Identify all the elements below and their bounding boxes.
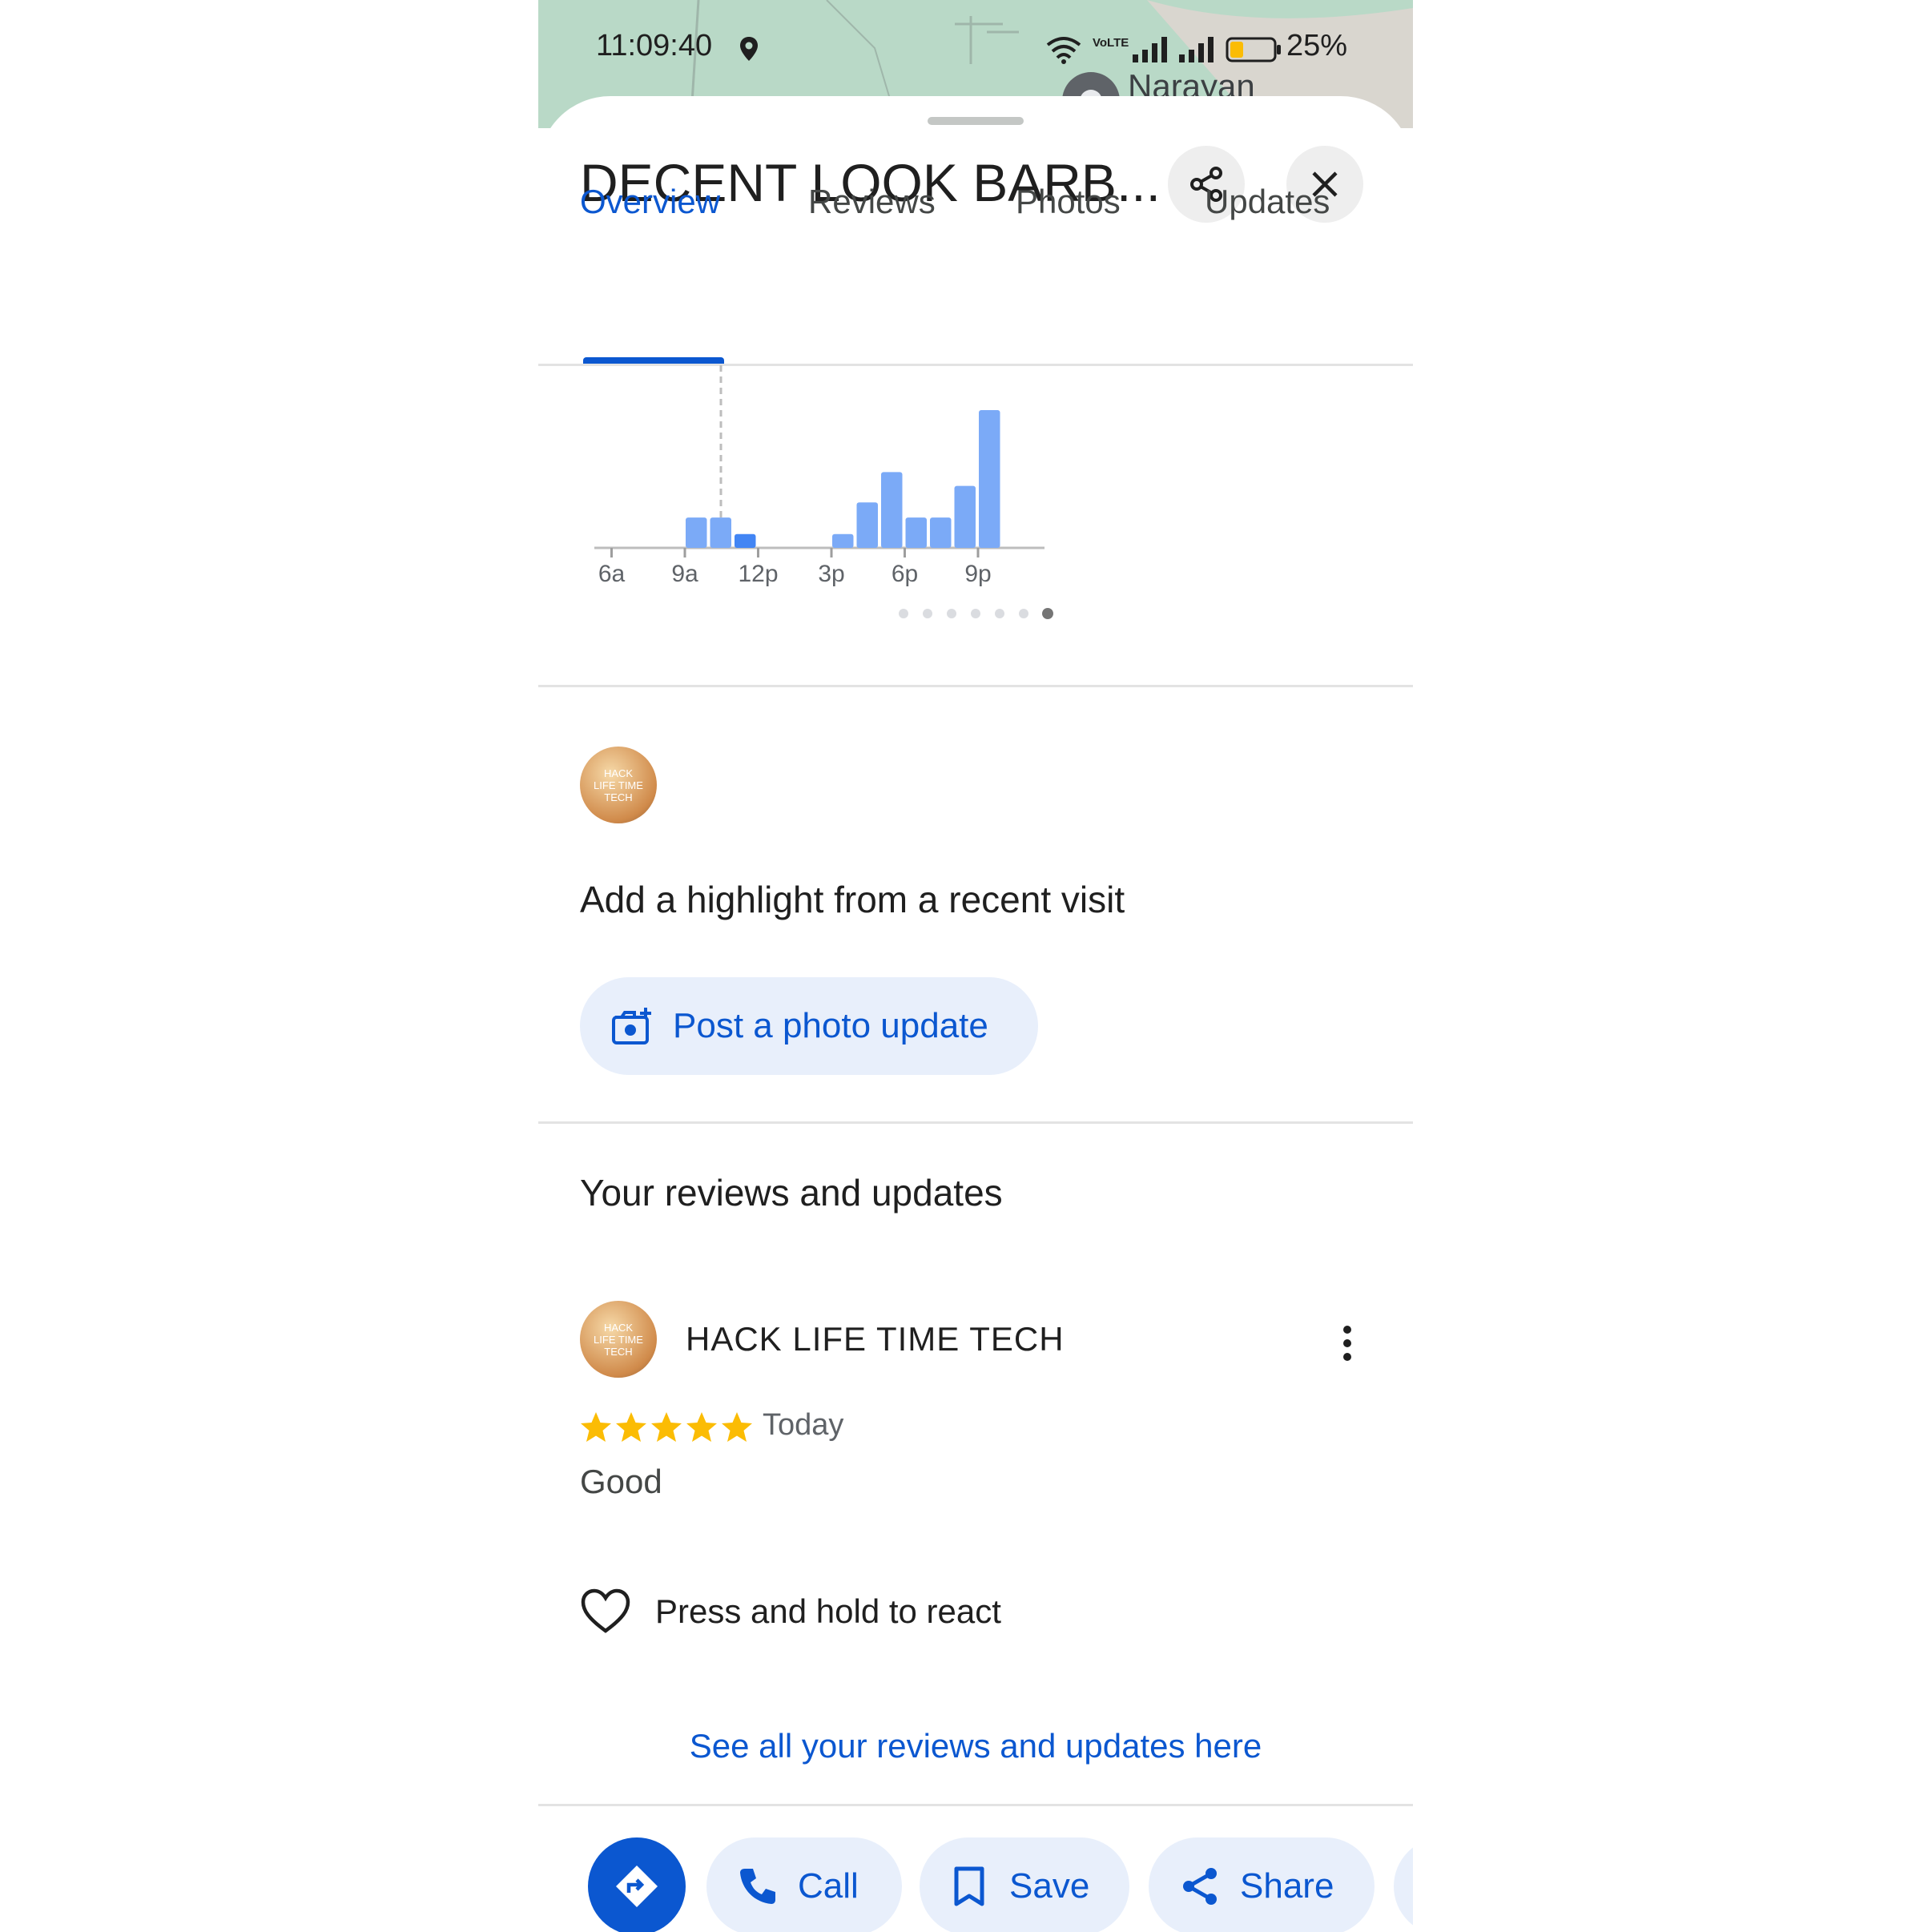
bookmark-icon xyxy=(954,1866,984,1906)
directions-button[interactable] xyxy=(588,1837,686,1932)
review-author-name[interactable]: HACK LIFE TIME TECH xyxy=(686,1320,1065,1358)
highlight-heading: Add a highlight from a recent visit xyxy=(580,879,1125,920)
signal-icon-1 xyxy=(1133,37,1167,62)
popular-times-chart[interactable]: 6a 9a 12p 3p 6p 9p xyxy=(538,365,1413,638)
highlight-divider xyxy=(538,1121,1413,1124)
actions-divider xyxy=(538,1804,1413,1806)
phone-screen: 11:09:40 VoLTE 25% Narayan Res xyxy=(538,0,1413,1932)
chart-bar-8p xyxy=(954,485,976,548)
review-avatar-text: HACK LIFE TIME TECH xyxy=(594,1321,643,1358)
more-vert-icon xyxy=(1343,1326,1351,1334)
star-icon xyxy=(722,1412,752,1442)
share-action-icon xyxy=(1183,1868,1217,1905)
pager-dot xyxy=(899,609,908,618)
chart-bar-9p xyxy=(979,410,1000,548)
chart-bar-4p xyxy=(856,502,878,548)
pager-dot xyxy=(971,609,980,618)
chart-tick-label: 6a xyxy=(598,561,626,587)
review-date: Today xyxy=(763,1408,844,1442)
pager-dot xyxy=(1019,609,1028,618)
chart-bar-3p xyxy=(832,533,854,548)
star-icon xyxy=(686,1412,717,1442)
heart-icon xyxy=(581,1588,630,1633)
reviews-heading: Your reviews and updates xyxy=(580,1172,1003,1214)
react-label: Press and hold to react xyxy=(655,1592,1001,1630)
chart-bar-7p xyxy=(930,517,952,548)
call-button[interactable]: Call xyxy=(706,1837,902,1932)
star-icon xyxy=(616,1412,646,1442)
chart-tick-label: 6p xyxy=(892,561,918,587)
chart-bar-11a xyxy=(735,533,756,548)
chart-divider xyxy=(538,685,1413,687)
review-author-avatar[interactable]: HACK LIFE TIME TECH xyxy=(580,1301,657,1378)
pager-dot xyxy=(1042,608,1053,619)
add-photo-icon xyxy=(612,1008,651,1044)
more-options-button[interactable] xyxy=(1323,1315,1371,1371)
chart-tick-label: 3p xyxy=(818,561,844,587)
star-icon xyxy=(581,1412,611,1442)
phone-icon xyxy=(740,1869,775,1904)
chart-bar-6p xyxy=(905,517,927,548)
review-text: Good xyxy=(580,1463,662,1500)
pager-dot xyxy=(995,609,1004,618)
avatar-text: HACK LIFE TIME TECH xyxy=(594,767,643,803)
share-button[interactable]: Share xyxy=(1149,1837,1375,1932)
save-button[interactable]: Save xyxy=(920,1837,1129,1932)
star-rating xyxy=(578,1410,755,1445)
pager-dot xyxy=(947,609,956,618)
status-time: 11:09:40 xyxy=(596,29,713,62)
see-all-reviews-link[interactable]: See all your reviews and updates here xyxy=(538,1727,1413,1765)
post-photo-update-label: Post a photo update xyxy=(673,1006,988,1045)
drag-handle[interactable] xyxy=(928,117,1024,125)
chart-tick-label: 9a xyxy=(671,561,698,587)
share-label: Share xyxy=(1240,1866,1334,1906)
tab-photos[interactable]: Photos xyxy=(1016,183,1121,221)
wifi-icon xyxy=(1046,37,1081,64)
call-label: Call xyxy=(798,1866,859,1906)
location-icon xyxy=(740,37,758,61)
directions-icon xyxy=(616,1866,658,1907)
save-label: Save xyxy=(1009,1866,1090,1906)
battery-icon xyxy=(1226,37,1281,62)
battery-percent: 25% xyxy=(1286,29,1348,62)
pager-dot xyxy=(923,609,932,618)
chart-bar-5p xyxy=(881,472,903,548)
chart-tick-label: 12p xyxy=(738,561,778,587)
react-button[interactable]: Press and hold to react xyxy=(580,1588,1001,1636)
chart-tick-label: 9p xyxy=(964,561,991,587)
star-icon xyxy=(651,1412,682,1442)
avatar: HACK LIFE TIME TECH xyxy=(580,747,657,823)
chart-bar-10a xyxy=(710,517,731,548)
post-photo-update-button[interactable]: Post a photo update xyxy=(580,977,1038,1075)
tab-overview[interactable]: Overview xyxy=(580,183,720,221)
active-tab-indicator xyxy=(583,357,724,364)
tab-updates[interactable]: Updates xyxy=(1205,183,1330,221)
chart-bar-9a xyxy=(686,517,707,548)
volte-icon: VoLTE xyxy=(1093,36,1129,50)
signal-icon-2 xyxy=(1179,37,1214,62)
tab-reviews[interactable]: Reviews xyxy=(808,183,936,221)
